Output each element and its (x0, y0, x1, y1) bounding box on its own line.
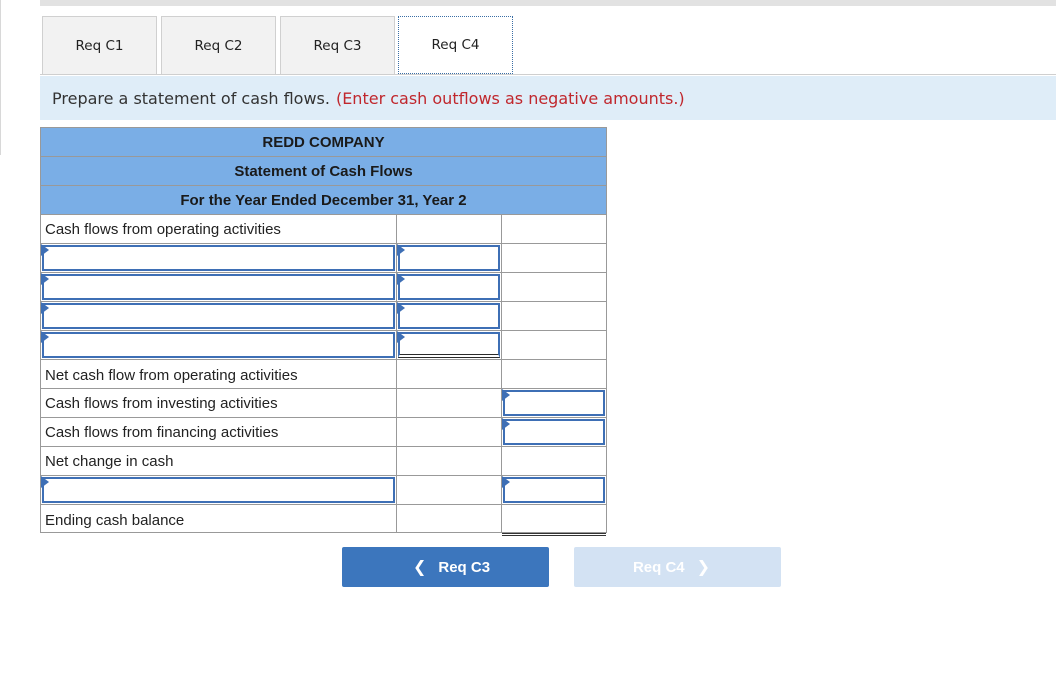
chevron-left-icon: ❮ (412, 559, 427, 576)
operating-item-1-description[interactable] (42, 245, 395, 271)
statement-title: Statement of Cash Flows (40, 156, 607, 185)
operating-item-2-amount[interactable] (398, 274, 500, 300)
chevron-right-icon: ❯ (696, 559, 711, 576)
dropdown-arrow-icon (502, 389, 510, 401)
ending-balance-row: Ending cash balance (40, 504, 607, 536)
prev-req-label: Req C3 (438, 558, 491, 576)
cash-flow-statement: REDD COMPANY Statement of Cash Flows For… (40, 127, 607, 536)
dropdown-arrow-icon (397, 273, 405, 285)
net-operating-label: Net cash flow from operating activities (41, 360, 397, 388)
dropdown-arrow-icon (41, 244, 49, 256)
financing-label: Cash flows from financing activities (41, 418, 397, 446)
investing-row: Cash flows from investing activities (40, 388, 607, 417)
operating-header-row: Cash flows from operating activities (40, 214, 607, 243)
statement-period: For the Year Ended December 31, Year 2 (40, 185, 607, 214)
ending-balance-label: Ending cash balance (41, 505, 397, 533)
top-bar (40, 0, 1056, 6)
operating-item-4-description[interactable] (42, 332, 395, 358)
tab-req-c3[interactable]: Req C3 (280, 16, 395, 74)
next-req-label: Req C4 (632, 558, 685, 576)
net-change-row: Net change in cash (40, 446, 607, 475)
dropdown-arrow-icon (397, 331, 405, 343)
tab-req-c2[interactable]: Req C2 (161, 16, 276, 74)
operating-item-row (40, 330, 607, 359)
left-border-line (0, 0, 1, 155)
instruction-note: (Enter cash outflows as negative amounts… (335, 88, 685, 108)
operating-label: Cash flows from operating activities (41, 215, 397, 243)
tab-req-c1[interactable]: Req C1 (42, 16, 157, 74)
dropdown-arrow-icon (41, 476, 49, 488)
company-name: REDD COMPANY (40, 127, 607, 156)
dropdown-arrow-icon (41, 273, 49, 285)
net-change-label: Net change in cash (41, 447, 397, 475)
operating-item-row (40, 301, 607, 330)
operating-item-1-amount[interactable] (398, 245, 500, 271)
dropdown-arrow-icon (41, 302, 49, 314)
net-operating-row: Net cash flow from operating activities (40, 359, 607, 388)
beginning-balance-description[interactable] (42, 477, 395, 503)
beginning-balance-amount[interactable] (503, 477, 605, 503)
instruction-text: Prepare a statement of cash flows. (52, 88, 330, 108)
prev-req-button[interactable]: ❮ Req C3 (342, 547, 549, 587)
next-req-button[interactable]: Req C4 ❯ (574, 547, 781, 587)
tab-req-c4[interactable]: Req C4 (398, 16, 513, 74)
dropdown-arrow-icon (41, 331, 49, 343)
dropdown-arrow-icon (397, 302, 405, 314)
investing-label: Cash flows from investing activities (41, 389, 397, 417)
tab-underline (40, 74, 1056, 75)
dropdown-arrow-icon (502, 476, 510, 488)
financing-row: Cash flows from financing activities (40, 417, 607, 446)
operating-item-row (40, 243, 607, 272)
beginning-balance-row (40, 475, 607, 504)
operating-item-2-description[interactable] (42, 274, 395, 300)
operating-item-3-description[interactable] (42, 303, 395, 329)
operating-item-4-amount[interactable] (398, 332, 500, 358)
operating-item-row (40, 272, 607, 301)
operating-item-3-amount[interactable] (398, 303, 500, 329)
dropdown-arrow-icon (502, 418, 510, 430)
instruction-banner: Prepare a statement of cash flows. (Ente… (40, 76, 1056, 120)
ending-balance-amount (502, 505, 607, 536)
dropdown-arrow-icon (397, 244, 405, 256)
investing-amount[interactable] (503, 390, 605, 416)
financing-amount[interactable] (503, 419, 605, 445)
